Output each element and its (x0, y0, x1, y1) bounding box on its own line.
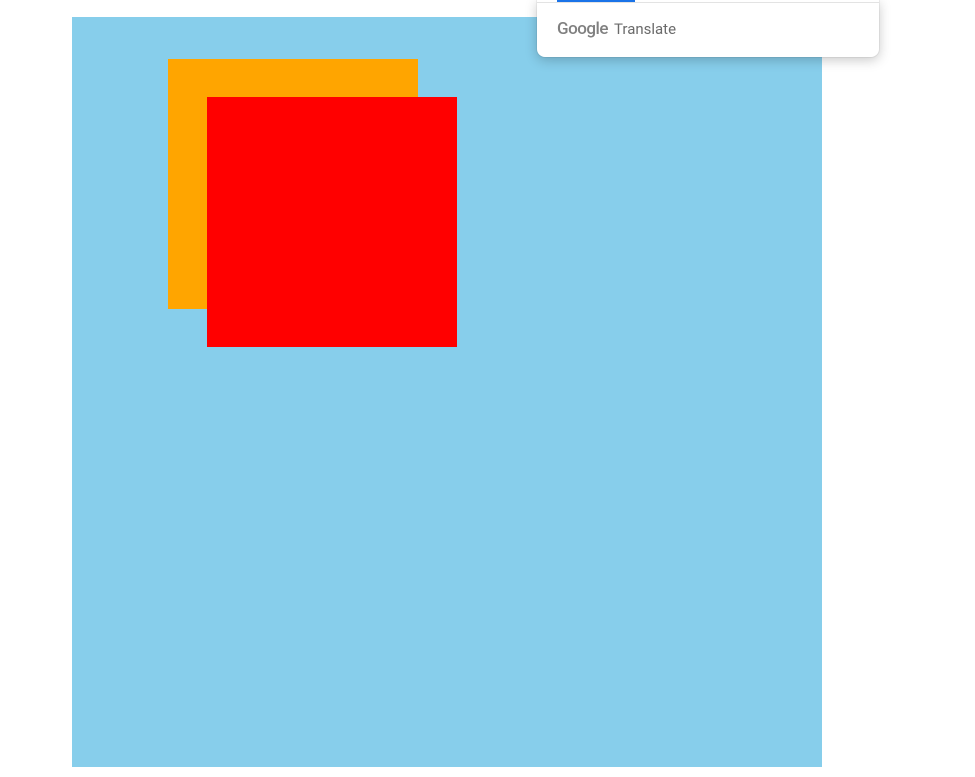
google-logo-letter: o (568, 19, 577, 39)
google-translate-popup: G o o g l e Translate (537, 0, 879, 57)
translate-tab-inactive-indicator[interactable] (635, 1, 775, 2)
google-logo-letter: o (577, 19, 586, 39)
canvas-area[interactable] (72, 17, 822, 767)
red-square-shape[interactable] (207, 97, 457, 347)
google-logo-icon: G o o g l e (557, 19, 608, 39)
google-logo-letter: G (557, 19, 568, 39)
translate-label: Translate (614, 20, 676, 38)
google-logo-letter: e (599, 19, 608, 39)
translate-footer[interactable]: G o o g l e Translate (537, 3, 879, 57)
translate-tab-active-indicator[interactable] (557, 0, 635, 2)
google-logo-letter: g (586, 19, 595, 39)
